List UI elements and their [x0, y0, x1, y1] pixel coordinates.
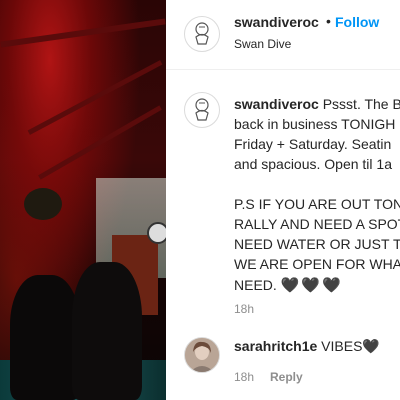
post-header: swandiveroc • Follow Swan Dive [166, 0, 400, 70]
photo-hanging-plant [24, 188, 62, 220]
post-username[interactable]: swandiveroc [234, 14, 319, 30]
follow-button[interactable]: Follow [335, 14, 379, 30]
commenter-avatar[interactable] [184, 337, 220, 373]
caption-line: WE ARE OPEN FOR WHAT [234, 256, 400, 272]
photo-person [72, 262, 142, 400]
caption-line: back in business TONIGH [234, 116, 396, 132]
caption-timestamp[interactable]: 18h [234, 302, 254, 316]
caption-line: and spacious. Open til 1a [234, 156, 392, 172]
reply-button[interactable]: Reply [270, 370, 303, 384]
caption-line: NEED. [234, 277, 277, 293]
caption-line: P.S IF YOU ARE OUT TON [234, 196, 400, 212]
caption-line: RALLY AND NEED A SPOT [234, 216, 400, 232]
user-photo-icon [185, 338, 219, 372]
caption-line: NEED WATER OR JUST TO [234, 236, 400, 252]
comment-username[interactable]: sarahritch1e [234, 338, 317, 354]
swan-logo-icon [195, 98, 209, 121]
post-location[interactable]: Swan Dive [234, 37, 291, 51]
black-heart-icon: 🖤 [362, 338, 380, 354]
comment-timestamp[interactable]: 18h [234, 370, 254, 384]
photo-person [10, 275, 80, 400]
swan-logo-icon [195, 22, 209, 45]
caption-line: Friday + Saturday. Seatin [234, 136, 392, 152]
header-separator: • [326, 13, 331, 29]
caption-line: Pssst. The B [322, 96, 400, 112]
post-panel: swandiveroc • Follow Swan Dive swandiver… [166, 0, 400, 400]
caption-username[interactable]: swandiveroc [234, 96, 319, 112]
photo-clock [147, 222, 166, 244]
avatar[interactable] [184, 16, 220, 52]
black-heart-icon: 🖤🖤🖤 [280, 277, 343, 294]
comment-text: VIBES [321, 338, 363, 354]
caption-avatar[interactable] [184, 92, 220, 128]
post-photo[interactable] [0, 0, 166, 400]
